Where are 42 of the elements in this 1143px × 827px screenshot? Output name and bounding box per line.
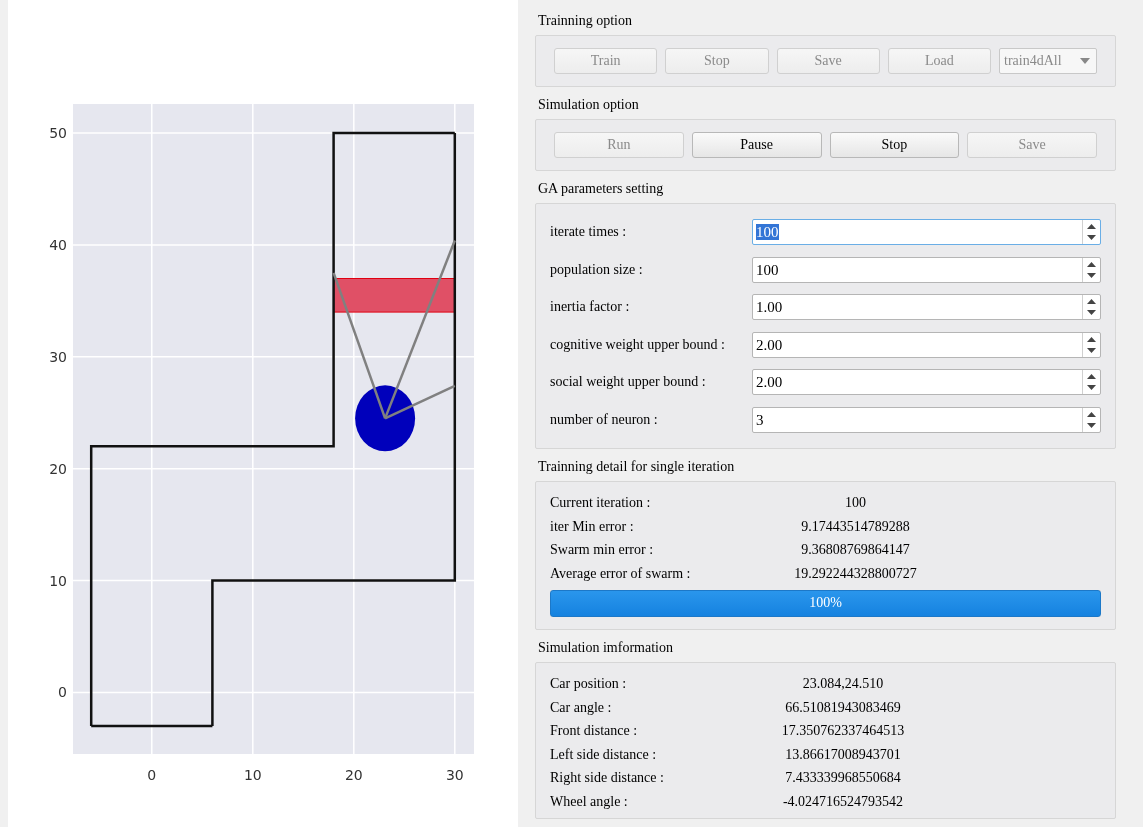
field-label: number of neuron : bbox=[550, 411, 659, 428]
info-value: -4.024716524793542 bbox=[782, 793, 904, 809]
group-title: Trainning option bbox=[538, 13, 632, 29]
info-label: Average error of swarm : bbox=[550, 565, 692, 582]
info-value: 9.36808769864147 bbox=[801, 542, 910, 558]
info-label: Swarm min error : bbox=[550, 542, 655, 559]
info-value: 100 bbox=[845, 495, 866, 511]
info-value: 23.084,24.510 bbox=[802, 676, 884, 692]
info-label: Wheel angle : bbox=[550, 793, 629, 810]
info-value: 7.433339968550684 bbox=[785, 770, 901, 786]
info-label: Left side distance : bbox=[550, 746, 658, 763]
info-label: Current iteration : bbox=[550, 495, 652, 512]
info-value: 13.86617008943701 bbox=[785, 746, 901, 762]
x-tick-label: 0 bbox=[147, 767, 157, 783]
info-value: 19.292244328800727 bbox=[794, 565, 917, 581]
group-title: GA parameters setting bbox=[538, 181, 664, 197]
info-label: Right side distance : bbox=[550, 770, 665, 787]
y-tick-label: 0 bbox=[58, 684, 67, 701]
field-label: cognitive weight upper bound : bbox=[550, 336, 726, 353]
info-label: iter Min error : bbox=[550, 518, 635, 535]
y-tick-label: 30 bbox=[49, 348, 67, 365]
field-label: population size : bbox=[550, 261, 644, 278]
y-tick-label: 20 bbox=[49, 460, 67, 477]
info-value: 17.350762337464513 bbox=[781, 723, 905, 739]
info-value: 9.17443514789288 bbox=[801, 518, 910, 534]
group-title: Trainning detail for single iteration bbox=[538, 458, 735, 475]
field-label: inertia factor : bbox=[550, 299, 631, 315]
y-tick-label: 10 bbox=[49, 572, 67, 589]
info-label: Car position : bbox=[550, 676, 628, 693]
field-label: iterate times : bbox=[550, 224, 628, 240]
info-label: Car angle : bbox=[550, 699, 613, 716]
y-tick-label: 40 bbox=[49, 236, 67, 253]
x-tick-label: 10 bbox=[243, 767, 262, 783]
info-label: Front distance : bbox=[550, 723, 639, 740]
x-tick-label: 20 bbox=[344, 767, 363, 783]
group-title: Simulation option bbox=[538, 97, 639, 113]
info-value: 66.51081943083469 bbox=[785, 699, 901, 715]
x-tick-label: 30 bbox=[445, 767, 464, 783]
y-tick-label: 50 bbox=[49, 125, 67, 142]
progress-text: 100% bbox=[808, 593, 843, 612]
group-title: Simulation imformation bbox=[538, 639, 673, 656]
field-label: social weight upper bound : bbox=[550, 374, 707, 390]
